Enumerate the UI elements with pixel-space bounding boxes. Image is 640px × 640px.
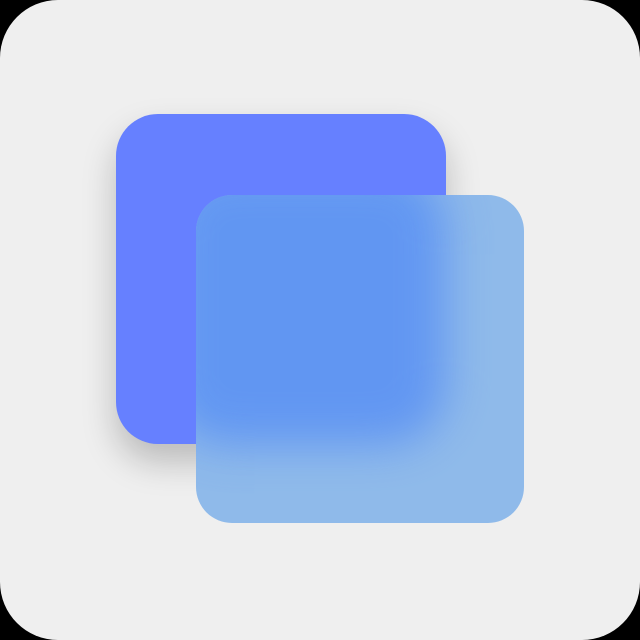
overlap-blur-region — [196, 195, 446, 445]
app-icon — [0, 0, 640, 640]
front-glass-square-layer — [196, 195, 524, 523]
